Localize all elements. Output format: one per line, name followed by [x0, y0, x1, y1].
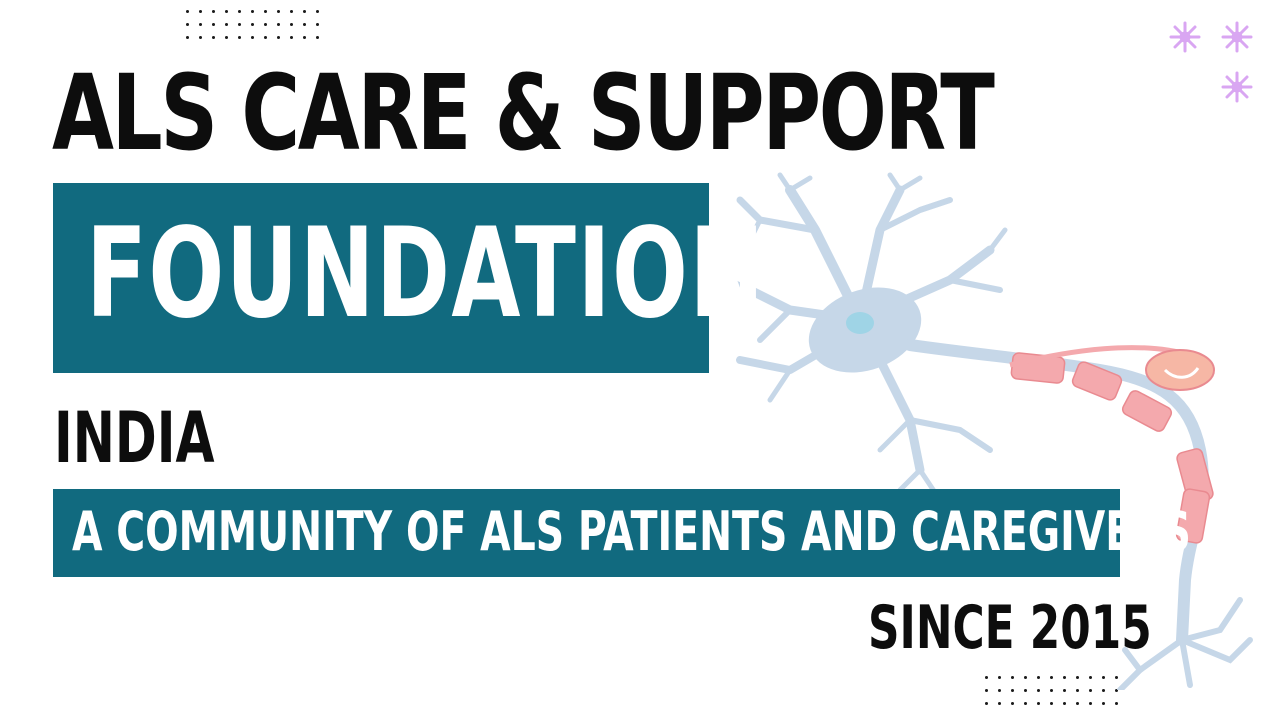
- dot-pattern-top: [186, 10, 319, 39]
- country-label: INDIA: [54, 397, 215, 479]
- flower-icon: [1169, 21, 1253, 103]
- tagline-text: A COMMUNITY OF ALS PATIENTS AND CAREGIVE…: [72, 500, 1191, 563]
- organization-title: ALS CARE & SUPPORT: [52, 52, 995, 174]
- foundation-label: FOUNDATION: [86, 202, 766, 346]
- since-label: SINCE 2015: [868, 593, 1152, 663]
- banner-canvas: ALS CARE & SUPPORT FOUNDATION INDIA A CO…: [0, 0, 1280, 720]
